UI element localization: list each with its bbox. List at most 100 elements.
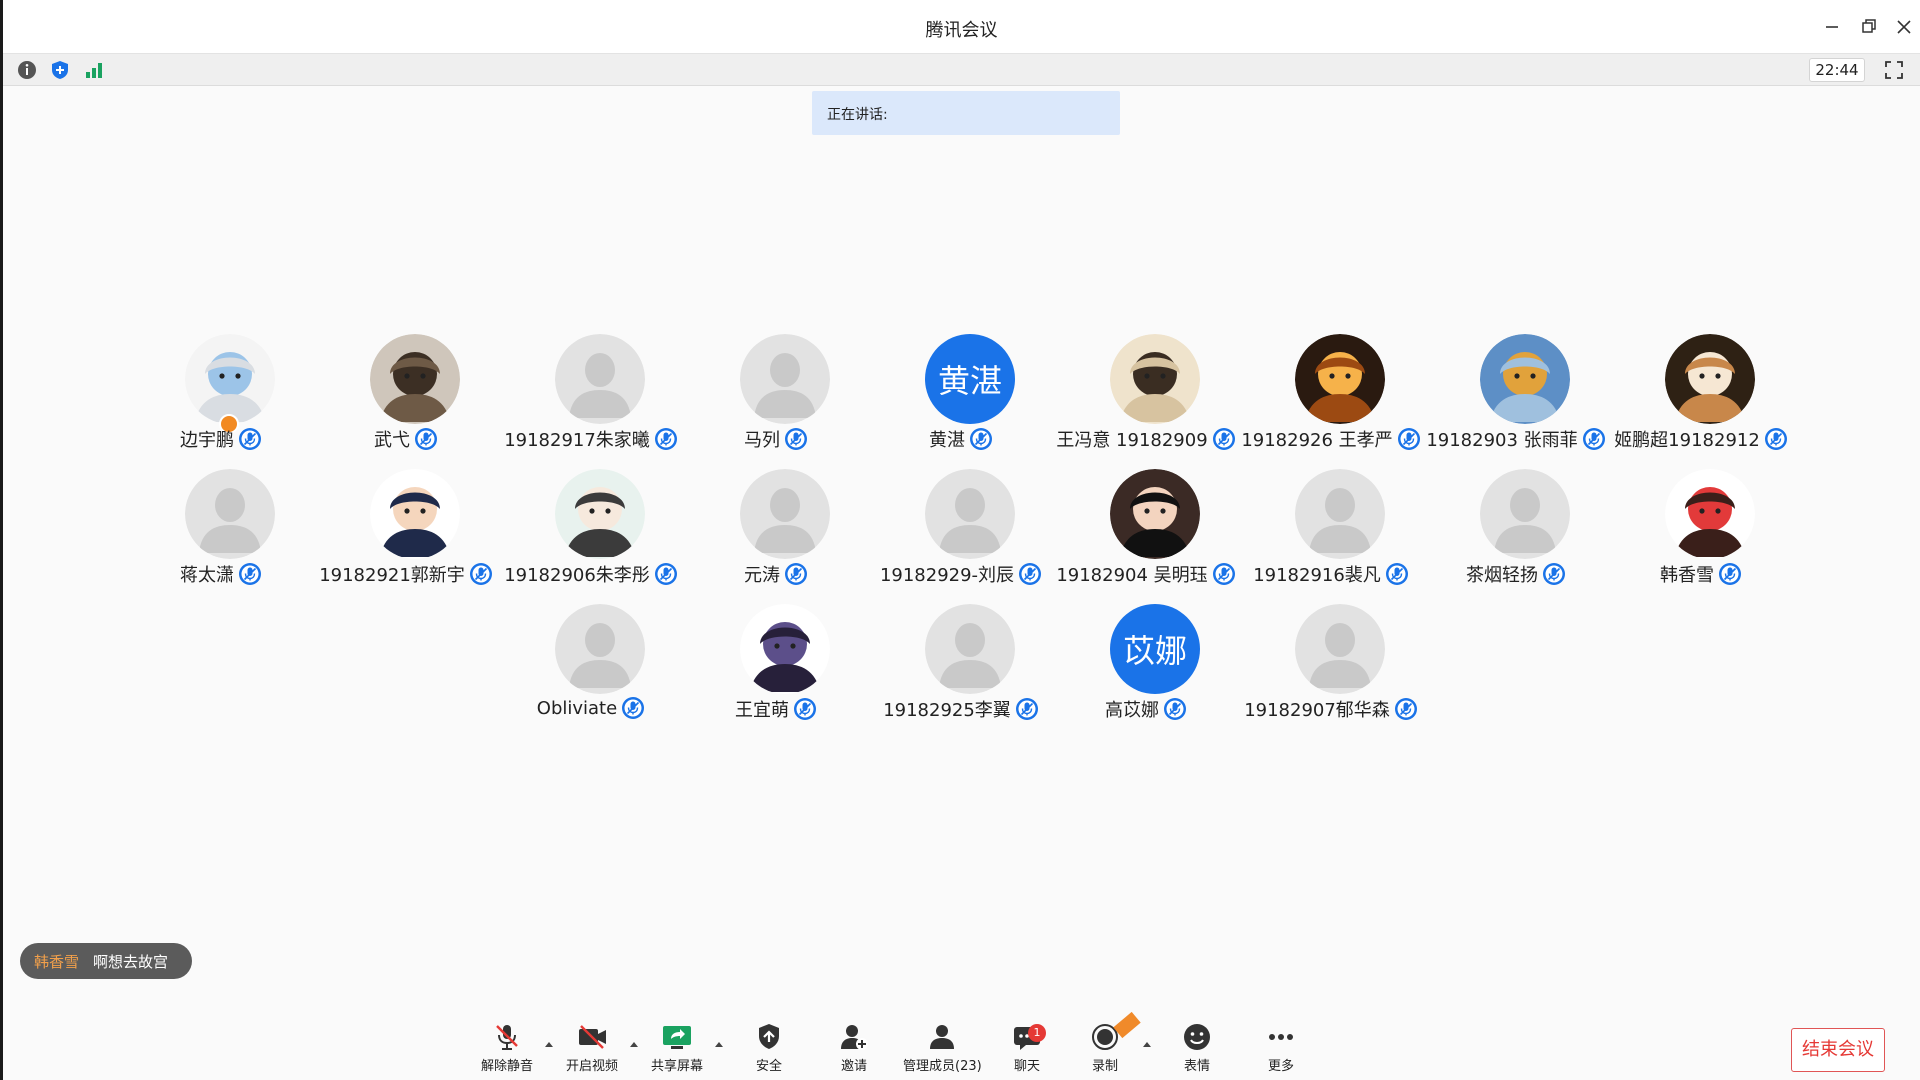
network-signal-icon[interactable] xyxy=(83,59,105,81)
record-label: 录制 xyxy=(1091,1059,1118,1074)
mic-muted-icon xyxy=(1764,428,1787,450)
unmute-button[interactable]: 解除静音 xyxy=(469,1022,545,1076)
share-options-caret[interactable] xyxy=(712,1036,726,1050)
share-screen-button[interactable]: 共享屏幕 xyxy=(639,1022,715,1076)
mic-muted-icon xyxy=(239,428,261,450)
mic-muted-icon xyxy=(785,428,807,450)
chat-unread-badge: 1 xyxy=(1028,1024,1046,1042)
start-video-label: 开启视频 xyxy=(565,1059,618,1074)
invite-label: 邀请 xyxy=(840,1059,867,1074)
participant-name: 元涛 xyxy=(744,565,780,586)
cartoon-girl-red-avatar xyxy=(1665,469,1755,559)
manage-participants-button[interactable]: 管理成员(23) xyxy=(903,1022,982,1076)
participant-avatar xyxy=(740,469,830,559)
participant-name: 王冯意 19182909 xyxy=(1056,430,1208,451)
participant-name: 19182921郭新宇 xyxy=(319,565,465,586)
chat-toast-message: 啊想去故宫 xyxy=(93,952,169,971)
mic-muted-icon xyxy=(1394,698,1417,720)
chat-button[interactable]: 聊天 xyxy=(989,1022,1065,1076)
participant-name: 19182903 张雨菲 xyxy=(1426,430,1578,451)
more-dots-icon xyxy=(1269,1034,1293,1040)
photo-calligraphy-avatar xyxy=(1110,334,1200,424)
security-shield-icon xyxy=(759,1024,779,1049)
participant-name: 19182916裴凡 xyxy=(1253,565,1381,586)
invite-button[interactable]: 邀请 xyxy=(816,1022,892,1076)
meeting-clock: 22:44 xyxy=(1809,58,1865,82)
participant-avatar xyxy=(740,334,830,424)
participant-name: 19182907郁华森 xyxy=(1244,700,1390,721)
minimize-button[interactable] xyxy=(1817,12,1847,42)
participants-icon xyxy=(930,1025,954,1049)
end-meeting-button[interactable]: 结束会议 xyxy=(1791,1028,1885,1072)
caret-up-icon xyxy=(715,1042,723,1047)
photo-white-cat-avatar xyxy=(185,334,275,424)
mic-muted-icon xyxy=(415,428,437,450)
reactions-button[interactable]: 表情 xyxy=(1159,1022,1235,1076)
record-options-caret[interactable] xyxy=(1140,1036,1154,1050)
start-video-button[interactable]: 开启视频 xyxy=(554,1022,630,1076)
speaking-indicator: 正在讲话: xyxy=(812,91,1120,135)
mic-muted-icon xyxy=(1543,563,1565,585)
participant-name: 19182904 吴明珏 xyxy=(1056,565,1208,586)
participant-name-row: 19182907郁华森 xyxy=(1198,696,1464,722)
default-avatar-icon xyxy=(740,334,830,424)
close-button[interactable] xyxy=(1889,12,1919,42)
participant-name: 19182925李翼 xyxy=(883,700,1011,721)
participant-avatar xyxy=(740,604,830,694)
participant-avatar: 苡娜 xyxy=(1110,604,1200,694)
participant-name: 茶烟轻扬 xyxy=(1466,565,1538,586)
participant-name: 王宜萌 xyxy=(735,700,789,721)
photo-otter-avatar xyxy=(370,334,460,424)
participant-avatar xyxy=(1110,334,1200,424)
participant-avatar xyxy=(1480,334,1570,424)
participant-tile[interactable]: 姬鹏超19182912 xyxy=(1608,334,1794,464)
participant-avatar xyxy=(1480,469,1570,559)
participant-avatar xyxy=(370,334,460,424)
title-bar: 腾讯会议 xyxy=(3,0,1920,54)
chat-toast[interactable]: 韩香雪 啊想去故宫 xyxy=(20,943,192,979)
participant-avatar xyxy=(1295,604,1385,694)
participant-name: Obliviate xyxy=(536,697,618,719)
default-avatar-icon xyxy=(1295,469,1385,559)
reactions-label: 表情 xyxy=(1183,1059,1210,1074)
close-icon xyxy=(1897,20,1911,34)
participant-name: 韩香雪 xyxy=(1660,565,1714,586)
mic-muted-icon xyxy=(794,698,816,720)
default-avatar-icon xyxy=(925,469,1015,559)
meeting-info-bar: 22:44 xyxy=(3,54,1920,86)
shield-icon[interactable] xyxy=(49,59,71,81)
participant-name: 马列 xyxy=(744,430,780,451)
cartoon-boy-glasses-avatar xyxy=(370,469,460,559)
default-avatar-icon xyxy=(740,469,830,559)
minimize-icon xyxy=(1826,26,1838,28)
chat-label: 聊天 xyxy=(1013,1059,1040,1074)
participant-avatar xyxy=(555,334,645,424)
share-screen-icon xyxy=(663,1026,691,1049)
participant-avatar xyxy=(1295,469,1385,559)
mic-muted-icon xyxy=(496,1025,518,1050)
participant-avatar xyxy=(1295,334,1385,424)
info-icon[interactable] xyxy=(16,59,38,81)
cartoon-sketch-avatar xyxy=(555,469,645,559)
fullscreen-icon xyxy=(1885,61,1903,79)
security-button[interactable]: 安全 xyxy=(731,1022,807,1076)
default-avatar-icon xyxy=(555,604,645,694)
share-screen-label: 共享屏幕 xyxy=(650,1059,703,1074)
fullscreen-button[interactable] xyxy=(1883,59,1905,81)
cartoon-boy-card-avatar xyxy=(740,604,830,694)
more-button[interactable]: 更多 xyxy=(1243,1022,1319,1076)
participant-tile[interactable]: 19182907郁华森 xyxy=(1238,604,1424,734)
default-avatar-icon xyxy=(185,469,275,559)
unmute-label: 解除静音 xyxy=(480,1059,533,1074)
participant-tile[interactable]: 韩香雪 xyxy=(1608,469,1794,599)
mic-muted-icon xyxy=(785,563,807,585)
video-off-icon xyxy=(579,1025,606,1049)
smiley-icon xyxy=(1184,1024,1210,1050)
default-avatar-icon xyxy=(555,334,645,424)
restore-button[interactable] xyxy=(1854,12,1884,42)
participant-name: 武弋 xyxy=(374,430,410,451)
cartoon-girl-black-hair-avatar xyxy=(1110,469,1200,559)
photo-sunset-figure-avatar xyxy=(1295,334,1385,424)
mic-muted-icon xyxy=(622,697,645,719)
more-label: 更多 xyxy=(1267,1059,1294,1074)
